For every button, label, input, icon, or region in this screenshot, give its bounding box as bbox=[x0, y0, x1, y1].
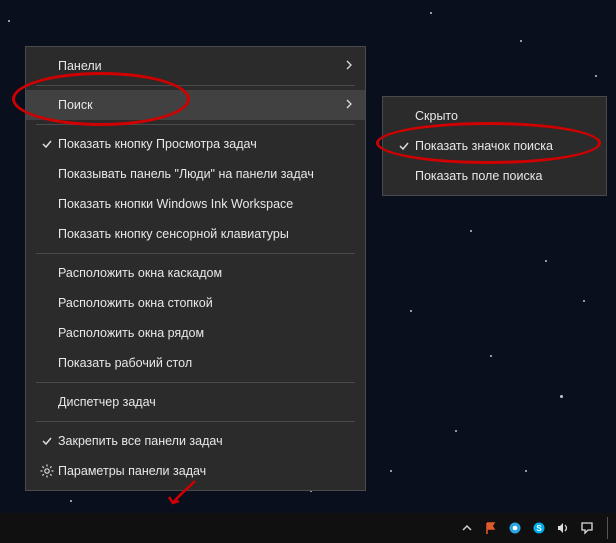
tray-volume-icon[interactable] bbox=[555, 520, 571, 536]
menu-item-label: Панели bbox=[58, 59, 343, 73]
search-submenu: Скрыто Показать значок поиска Показать п… bbox=[382, 96, 607, 196]
star bbox=[430, 12, 432, 14]
menu-item-label: Расположить окна каскадом bbox=[58, 266, 353, 280]
menu-item-label: Скрыто bbox=[415, 109, 594, 123]
star bbox=[560, 395, 563, 398]
menu-separator bbox=[36, 124, 355, 125]
menu-item-stack-windows[interactable]: Расположить окна стопкой bbox=[26, 288, 365, 318]
tray-skype-icon[interactable]: S bbox=[531, 520, 547, 536]
submenu-item-hidden[interactable]: Скрыто bbox=[383, 101, 606, 131]
menu-item-label: Расположить окна рядом bbox=[58, 326, 353, 340]
menu-item-lock-taskbars[interactable]: Закрепить все панели задач bbox=[26, 426, 365, 456]
menu-item-label: Показать поле поиска bbox=[415, 169, 594, 183]
submenu-arrow-icon bbox=[343, 59, 353, 73]
menu-item-taskbar-settings[interactable]: Параметры панели задач bbox=[26, 456, 365, 486]
taskbar: S bbox=[0, 513, 616, 543]
menu-item-label: Показать кнопку сенсорной клавиатуры bbox=[58, 227, 353, 241]
menu-item-task-manager[interactable]: Диспетчер задач bbox=[26, 387, 365, 417]
star bbox=[410, 310, 412, 312]
menu-separator bbox=[36, 253, 355, 254]
star bbox=[8, 20, 10, 22]
menu-item-toolbars[interactable]: Панели bbox=[26, 51, 365, 81]
star bbox=[490, 355, 492, 357]
menu-item-task-view-button[interactable]: Показать кнопку Просмотра задач bbox=[26, 129, 365, 159]
star bbox=[520, 40, 522, 42]
star bbox=[390, 470, 392, 472]
tray-flag-icon[interactable] bbox=[483, 520, 499, 536]
star bbox=[525, 470, 527, 472]
star bbox=[70, 500, 72, 502]
star bbox=[545, 260, 547, 262]
menu-item-label: Параметры панели задач bbox=[58, 464, 353, 478]
menu-item-label: Диспетчер задач bbox=[58, 395, 353, 409]
tray-action-center-icon[interactable] bbox=[579, 520, 595, 536]
menu-separator bbox=[36, 382, 355, 383]
menu-item-label: Показать кнопки Windows Ink Workspace bbox=[58, 197, 353, 211]
check-icon bbox=[36, 435, 58, 447]
submenu-arrow-icon bbox=[343, 98, 353, 112]
menu-item-label: Показать значок поиска bbox=[415, 139, 594, 153]
menu-item-label: Расположить окна стопкой bbox=[58, 296, 353, 310]
menu-separator bbox=[36, 421, 355, 422]
menu-item-cascade-windows[interactable]: Расположить окна каскадом bbox=[26, 258, 365, 288]
menu-item-label: Поиск bbox=[58, 98, 343, 112]
show-desktop-strip[interactable] bbox=[607, 517, 610, 539]
menu-item-side-by-side-windows[interactable]: Расположить окна рядом bbox=[26, 318, 365, 348]
submenu-item-show-search-box[interactable]: Показать поле поиска bbox=[383, 161, 606, 191]
gear-icon bbox=[36, 464, 58, 478]
submenu-item-show-search-icon[interactable]: Показать значок поиска bbox=[383, 131, 606, 161]
taskbar-context-menu: Панели Поиск Показать кнопку Просмотра з… bbox=[25, 46, 366, 491]
svg-text:S: S bbox=[536, 524, 542, 533]
star bbox=[470, 230, 472, 232]
menu-item-label: Закрепить все панели задач bbox=[58, 434, 353, 448]
menu-item-label: Показать рабочий стол bbox=[58, 356, 353, 370]
star bbox=[583, 300, 585, 302]
tray-browser-globe-icon[interactable] bbox=[507, 520, 523, 536]
menu-item-show-desktop[interactable]: Показать рабочий стол bbox=[26, 348, 365, 378]
menu-item-ink-workspace[interactable]: Показать кнопки Windows Ink Workspace bbox=[26, 189, 365, 219]
menu-item-label: Показать кнопку Просмотра задач bbox=[58, 137, 353, 151]
star bbox=[595, 75, 597, 77]
menu-item-label: Показывать панель "Люди" на панели задач bbox=[58, 167, 353, 181]
menu-item-people-bar[interactable]: Показывать панель "Люди" на панели задач bbox=[26, 159, 365, 189]
check-icon bbox=[393, 140, 415, 152]
menu-separator bbox=[36, 85, 355, 86]
check-icon bbox=[36, 138, 58, 150]
star bbox=[455, 430, 457, 432]
menu-item-touch-keyboard[interactable]: Показать кнопку сенсорной клавиатуры bbox=[26, 219, 365, 249]
menu-item-search[interactable]: Поиск bbox=[26, 90, 365, 120]
tray-overflow-chevron-icon[interactable] bbox=[459, 520, 475, 536]
